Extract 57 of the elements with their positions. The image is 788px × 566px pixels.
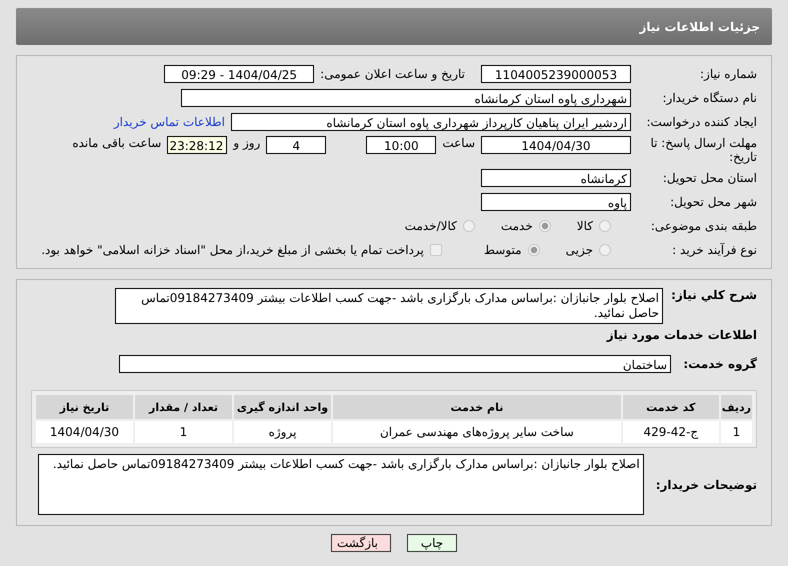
radio-label: جزیی [566, 243, 593, 257]
column-header: تعداد / مقدار [135, 395, 232, 419]
column-header: ردیف [720, 395, 752, 419]
radio-button[interactable] [528, 244, 540, 256]
radio-button[interactable] [599, 244, 611, 256]
province-field[interactable]: کرمانشاه [481, 169, 631, 187]
remaining-time-field[interactable]: 23:28:12 [167, 136, 228, 154]
buyer-contact-link[interactable]: اطلاعات تماس خریدار [114, 115, 225, 129]
field-label: شماره نیاز: [699, 67, 757, 81]
city-field[interactable]: پاوه [481, 193, 631, 211]
field-label: طبقه بندی موضوعی: [650, 219, 757, 233]
checkbox[interactable] [430, 244, 442, 256]
table-cell: 1 [135, 421, 232, 443]
buyer-org-field[interactable]: شهرداری پاوه استان کرمانشاه [181, 89, 631, 107]
table-cell: ج-42-429 [622, 421, 719, 443]
field-label: شهر محل تحویل: [669, 195, 757, 209]
buyer-notes-textarea[interactable]: اصلاح بلوار جانبازان :براساس مدارک بارگزاری باشد -جهت کسب اطلاعات بیشتر 09184273409تماس حاصل نمائید. [38, 454, 644, 515]
field-label: شرح کلي نياز: [670, 288, 757, 302]
need-number-field[interactable]: 1104005239000053 [481, 65, 631, 83]
deadline-date-field[interactable]: 1404/04/30 [481, 136, 631, 154]
service-group-field[interactable]: ساختمان [119, 355, 671, 373]
table-cell: پروژه [234, 421, 331, 443]
days-field[interactable]: 4 [266, 136, 326, 154]
requester-field[interactable]: اردشیر ایران پناهیان کارپرداز شهرداری پاوه استان کرمانشاه [231, 113, 631, 131]
field-label: مهلت ارسال پاسخ: تا تاریخ: [649, 136, 757, 164]
column-header: نام خدمت [333, 395, 621, 419]
announce-date-field[interactable]: 1404/04/25 - 09:29 [164, 65, 314, 83]
column-header: کد خدمت [622, 395, 719, 419]
back-button[interactable]: بازگشت [331, 534, 391, 552]
radio-button[interactable] [462, 220, 475, 232]
column-header: تاریخ نیاز [36, 395, 133, 419]
field-label: گروه خدمت: [682, 357, 757, 371]
field-label: نام دستگاه خریدار: [662, 91, 757, 105]
description-textarea[interactable]: اصلاح بلوار جانبازان :براساس مدارک بارگزاری باشد -جهت کسب اطلاعات بیشتر 09184273409تماس حاصل نمائید. [115, 288, 663, 324]
field-label: نوع فرآیند خرید : [671, 243, 757, 257]
field-label: استان محل تحویل: [662, 171, 757, 185]
radio-button[interactable] [599, 220, 611, 232]
column-header: واحد اندازه گیری [234, 395, 331, 419]
table-cell: 1404/04/30 [36, 421, 133, 443]
field-label: ایجاد کننده درخواست: [645, 115, 757, 129]
radio-label: متوسط [484, 243, 522, 257]
page-title: جزئیات اطلاعات نیاز [639, 20, 760, 34]
deadline-time-field[interactable]: 10:00 [366, 136, 436, 154]
field-label: ساعت [442, 136, 475, 150]
section-title: اطلاعات خدمات مورد نیاز [605, 328, 757, 342]
checkbox-label: پرداخت تمام یا بخشی از مبلغ خرید،از محل "اسناد خزانه اسلامی" خواهد بود. [41, 243, 424, 257]
field-label: ساعت باقی مانده [72, 136, 162, 150]
field-label: روز و [233, 136, 260, 150]
radio-label: کالا [576, 219, 593, 233]
radio-button[interactable] [538, 220, 551, 232]
table-cell: 1 [720, 421, 752, 443]
radio-label: کالا/خدمت [404, 219, 457, 233]
field-label: تاریخ و ساعت اعلان عمومی: [320, 67, 465, 81]
field-label: توضیحات خریدار: [656, 478, 757, 492]
print-button[interactable]: چاپ [407, 534, 457, 552]
radio-label: خدمت [500, 219, 533, 233]
table-cell: ساخت سایر پروژه‌های مهندسی عمران [333, 421, 621, 443]
